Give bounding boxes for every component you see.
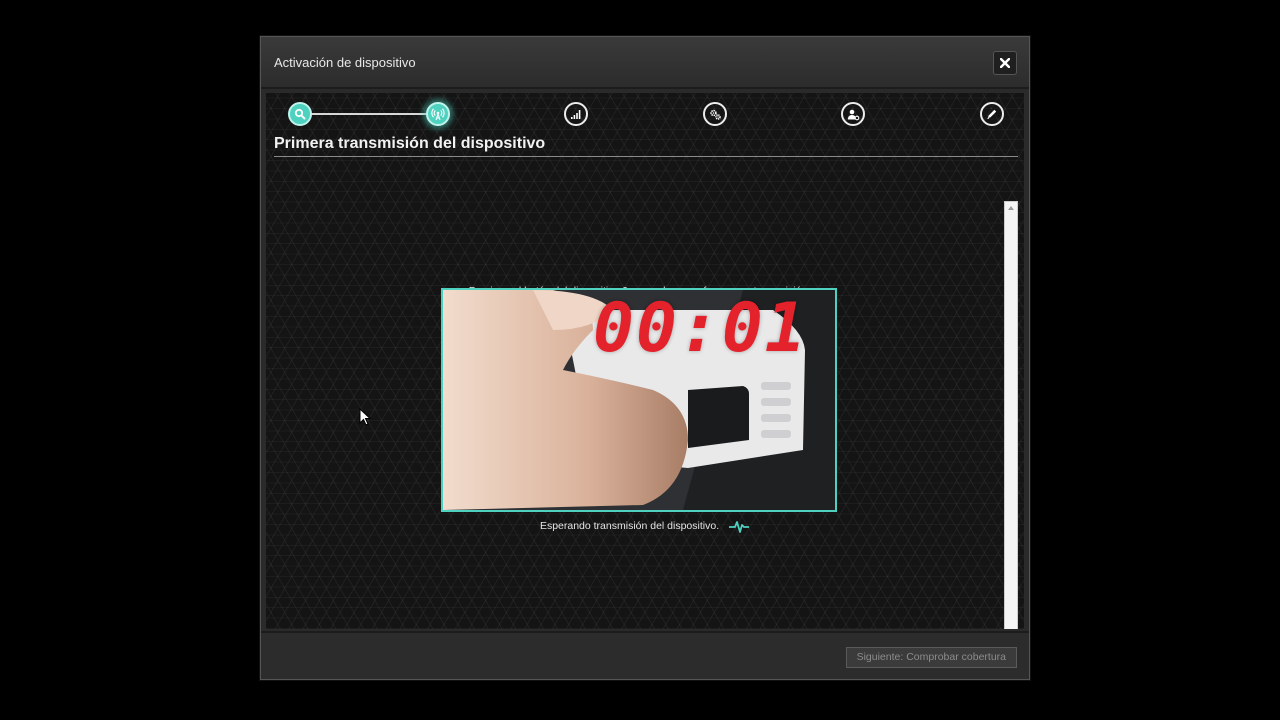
user-settings-icon	[847, 109, 859, 120]
scroll-up-arrow[interactable]	[1008, 206, 1014, 210]
countdown-timer: 00:01	[593, 289, 808, 368]
signal-bars-icon	[571, 110, 581, 119]
content-scrollbar[interactable]	[1004, 201, 1018, 629]
step-user[interactable]	[841, 102, 865, 126]
step-configuration[interactable]	[703, 102, 727, 126]
status-text: Esperando transmisión del dispositivo.	[539, 519, 720, 532]
step-search[interactable]	[288, 102, 312, 126]
section-title: Primera transmisión del dispositivo	[274, 135, 546, 152]
mouse-cursor-icon	[359, 408, 371, 426]
instruction-video[interactable]: 00:01	[441, 288, 837, 512]
dialog-title: Activación de dispositivo	[274, 55, 416, 70]
dialog-footer: Siguiente: Comprobar cobertura	[261, 631, 1029, 679]
step-transmission[interactable]	[426, 102, 450, 126]
antenna-icon	[431, 108, 445, 121]
progress-stepper	[266, 93, 1024, 133]
search-icon	[294, 108, 306, 120]
activation-dialog: Activación de dispositivo Primera transm…	[260, 36, 1030, 680]
dialog-header: Activación de dispositivo	[261, 37, 1029, 89]
step-progress-line	[300, 113, 438, 115]
step-edit[interactable]	[980, 102, 1004, 126]
step-coverage[interactable]	[564, 102, 588, 126]
close-button[interactable]	[993, 51, 1017, 75]
next-check-coverage-button[interactable]: Siguiente: Comprobar cobertura	[845, 647, 1017, 668]
heartbeat-icon	[729, 521, 750, 533]
close-icon	[1000, 58, 1010, 68]
pencil-icon	[987, 109, 997, 119]
gears-icon	[709, 109, 721, 120]
section-divider	[274, 156, 1018, 157]
status-line: Esperando transmisión del dispositivo.	[266, 519, 1024, 533]
